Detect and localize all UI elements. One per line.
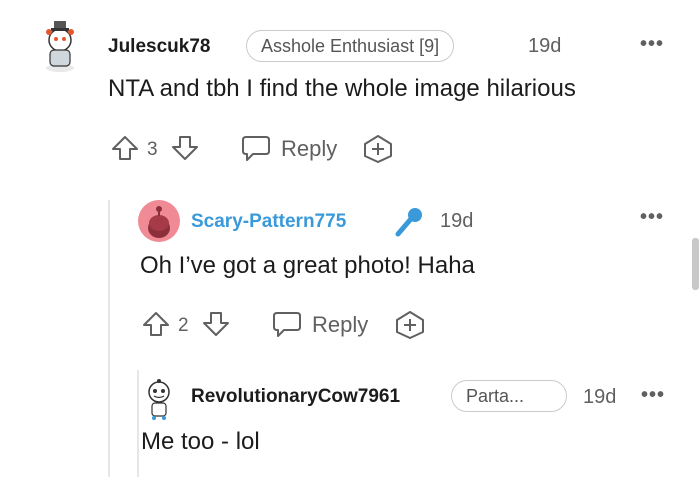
avatar[interactable]	[138, 200, 180, 242]
more-options-button[interactable]: •••	[641, 384, 665, 407]
award-icon[interactable]	[362, 134, 394, 164]
user-flair: Asshole Enthusiast [9]	[246, 30, 455, 62]
comment-username[interactable]: Scary-Pattern775	[191, 211, 346, 233]
speech-bubble-icon	[271, 309, 303, 339]
comment-body: Me too - lol	[141, 428, 260, 455]
downvote-icon[interactable]	[201, 310, 231, 338]
more-options-button[interactable]: •••	[640, 206, 664, 229]
upvote-icon[interactable]	[141, 310, 171, 338]
comment-username[interactable]: RevolutionaryCow7961	[191, 386, 400, 408]
reply-label: Reply	[312, 312, 369, 337]
more-options-button[interactable]: •••	[640, 33, 664, 56]
upvote-icon[interactable]	[110, 134, 140, 162]
reply-label: Reply	[281, 136, 338, 161]
comment: Julescuk78 Asshole Enthusiast [9] 19d ••…	[0, 0, 700, 180]
downvote-icon[interactable]	[170, 134, 200, 162]
comment-body: NTA and tbh I find the whole image hilar…	[108, 75, 576, 102]
comment-username[interactable]: Julescuk78	[108, 36, 210, 58]
reply-button[interactable]: Reply	[271, 308, 371, 340]
reply-button[interactable]: Reply	[240, 132, 340, 164]
comment: RevolutionaryCow7961 Parta... 19d ••• Me…	[0, 360, 700, 477]
comment-timestamp: 19d	[528, 35, 562, 57]
user-flair: Parta...	[451, 380, 567, 412]
award-icon[interactable]	[394, 310, 426, 340]
comment: Scary-Pattern775 19d ••• Oh I’ve got a g…	[0, 180, 700, 360]
comment-timestamp: 19d	[440, 210, 474, 232]
avatar[interactable]	[40, 16, 80, 74]
microphone-icon	[392, 204, 426, 238]
comment-body: Oh I’ve got a great photo! Haha	[140, 252, 475, 279]
comment-timestamp: 19d	[583, 386, 617, 408]
speech-bubble-icon	[240, 133, 272, 163]
vote-count: 3	[147, 139, 158, 160]
avatar[interactable]	[142, 378, 176, 422]
vote-count: 2	[178, 315, 189, 336]
